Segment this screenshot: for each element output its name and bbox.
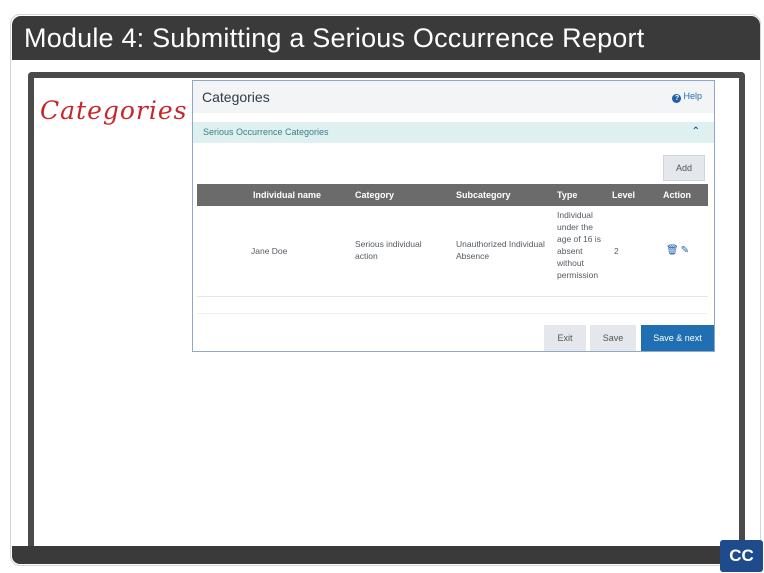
- page-title: Categories: [202, 89, 270, 105]
- help-label: Help: [683, 91, 702, 101]
- save-button[interactable]: Save: [590, 325, 636, 351]
- column-header-category: Category: [355, 190, 395, 200]
- column-header-subcategory: Subcategory: [456, 190, 511, 200]
- section-header-serious-occurrence-categories[interactable]: Serious Occurrence Categories ⌃: [193, 122, 714, 143]
- table-header: Individual name Category Subcategory Typ…: [197, 184, 708, 206]
- categories-window: Categories ? Help Serious Occurrence Cate…: [192, 80, 715, 352]
- table-row: Jane Doe Serious individual action Unaut…: [197, 206, 708, 297]
- row-actions: 🗑 ✎: [666, 245, 689, 256]
- cell-subcategory: Unauthorized Individual Absence: [456, 239, 545, 261]
- module-title: Module 4: Submitting a Serious Occurrenc…: [12, 16, 760, 60]
- add-button[interactable]: Add: [663, 155, 705, 181]
- column-header-action: Action: [663, 190, 691, 200]
- column-header-type: Type: [557, 190, 578, 200]
- cell-individual-name: Jane Doe: [251, 246, 288, 256]
- help-icon: ?: [672, 94, 682, 103]
- help-link[interactable]: ? Help: [672, 91, 702, 103]
- save-and-next-button[interactable]: Save & next: [641, 325, 714, 351]
- handwritten-categories-label: Categories: [40, 96, 188, 125]
- trash-icon[interactable]: 🗑: [666, 245, 679, 256]
- cell-category: Serious individual action: [355, 239, 422, 261]
- cell-level: 2: [614, 246, 619, 256]
- cell-type: Individual under the age of 16 is absent…: [557, 210, 601, 280]
- chevron-up-icon[interactable]: ⌃: [692, 126, 700, 137]
- footer-divider: [197, 313, 708, 314]
- column-header-level: Level: [612, 190, 636, 200]
- exit-button[interactable]: Exit: [544, 325, 586, 351]
- player-bottom-bar: [12, 546, 760, 564]
- pencil-icon[interactable]: ✎: [681, 245, 689, 256]
- column-header-individual-name: Individual name: [253, 190, 322, 200]
- section-title: Serious Occurrence Categories: [203, 127, 329, 137]
- window-header: Categories ? Help: [193, 81, 714, 113]
- closed-captions-button[interactable]: CC: [720, 540, 763, 572]
